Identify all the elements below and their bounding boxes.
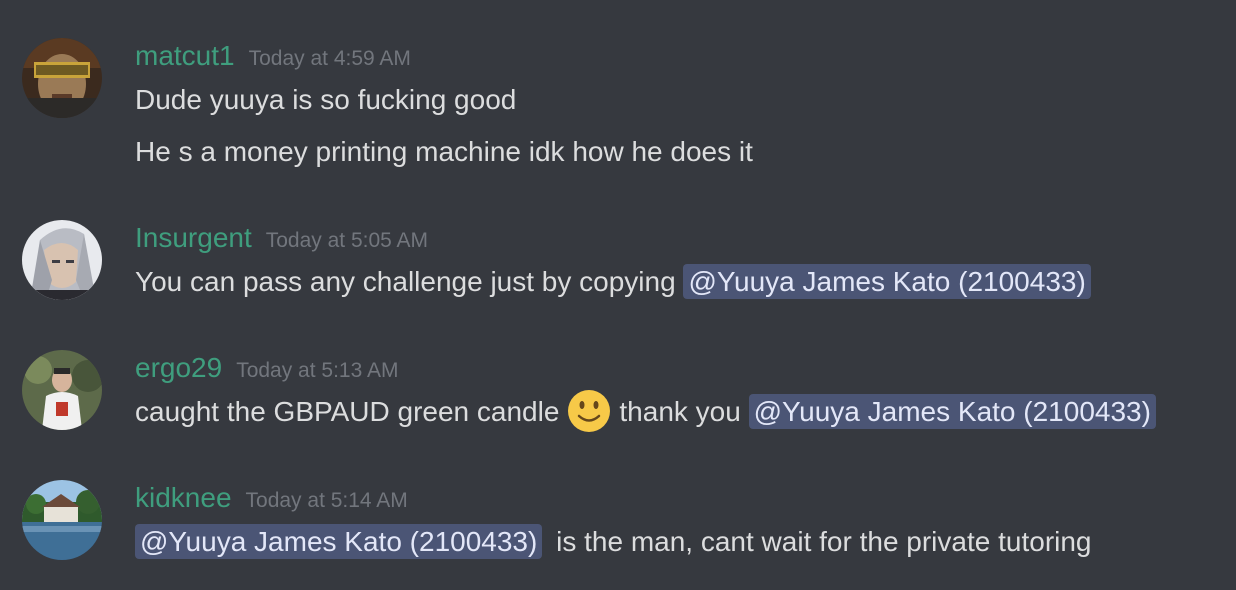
message-text-segment: You can pass any challenge just by copyi…	[135, 266, 676, 297]
avatar[interactable]	[22, 220, 102, 300]
chat-messages: matcut1 Today at 4:59 AM Dude yuuya is so…	[0, 0, 1236, 590]
message-text-segment: is the man, cant wait for the private tu…	[556, 526, 1092, 557]
message-text: He s a money printing machine idk how he…	[135, 136, 753, 167]
avatar-image	[22, 38, 102, 118]
user-mention[interactable]: @Yuuya James Kato (2100433)	[748, 394, 1156, 429]
message-header: Insurgent Today at 5:05 AM	[135, 222, 428, 262]
slightly-smiling-face-icon	[568, 389, 611, 432]
message-header: kidknee Today at 5:14 AM	[135, 482, 408, 522]
message-header: ergo29 Today at 5:13 AM	[135, 352, 398, 392]
avatar[interactable]	[22, 480, 102, 560]
username[interactable]: kidknee	[135, 482, 232, 513]
avatar[interactable]	[22, 350, 102, 430]
avatar-image	[22, 350, 102, 430]
message-header: matcut1 Today at 4:59 AM	[135, 40, 411, 80]
user-mention[interactable]: @Yuuya James Kato (2100433)	[135, 524, 543, 559]
avatar-image	[22, 220, 102, 300]
message-text: Dude yuuya is so fucking good	[135, 84, 517, 115]
timestamp[interactable]: Today at 5:05 AM	[266, 229, 428, 252]
avatar[interactable]	[22, 38, 102, 118]
user-mention[interactable]: @Yuuya James Kato (2100433)	[683, 264, 1091, 299]
username[interactable]: Insurgent	[135, 222, 252, 253]
username[interactable]: matcut1	[135, 40, 235, 71]
message-text: You can pass any challenge just by copyi…	[135, 262, 1091, 302]
avatar-image	[22, 480, 102, 560]
message-text-segment: caught the GBPAUD green candle	[135, 396, 560, 427]
message-text: @Yuuya James Kato (2100433) is the man, …	[135, 522, 1092, 562]
timestamp[interactable]: Today at 5:14 AM	[246, 489, 408, 512]
timestamp[interactable]: Today at 5:13 AM	[236, 359, 398, 382]
message-text: caught the GBPAUD green candle thank you…	[135, 389, 1156, 433]
timestamp[interactable]: Today at 4:59 AM	[249, 47, 411, 70]
username[interactable]: ergo29	[135, 352, 222, 383]
message-text-segment: thank you	[619, 396, 741, 427]
